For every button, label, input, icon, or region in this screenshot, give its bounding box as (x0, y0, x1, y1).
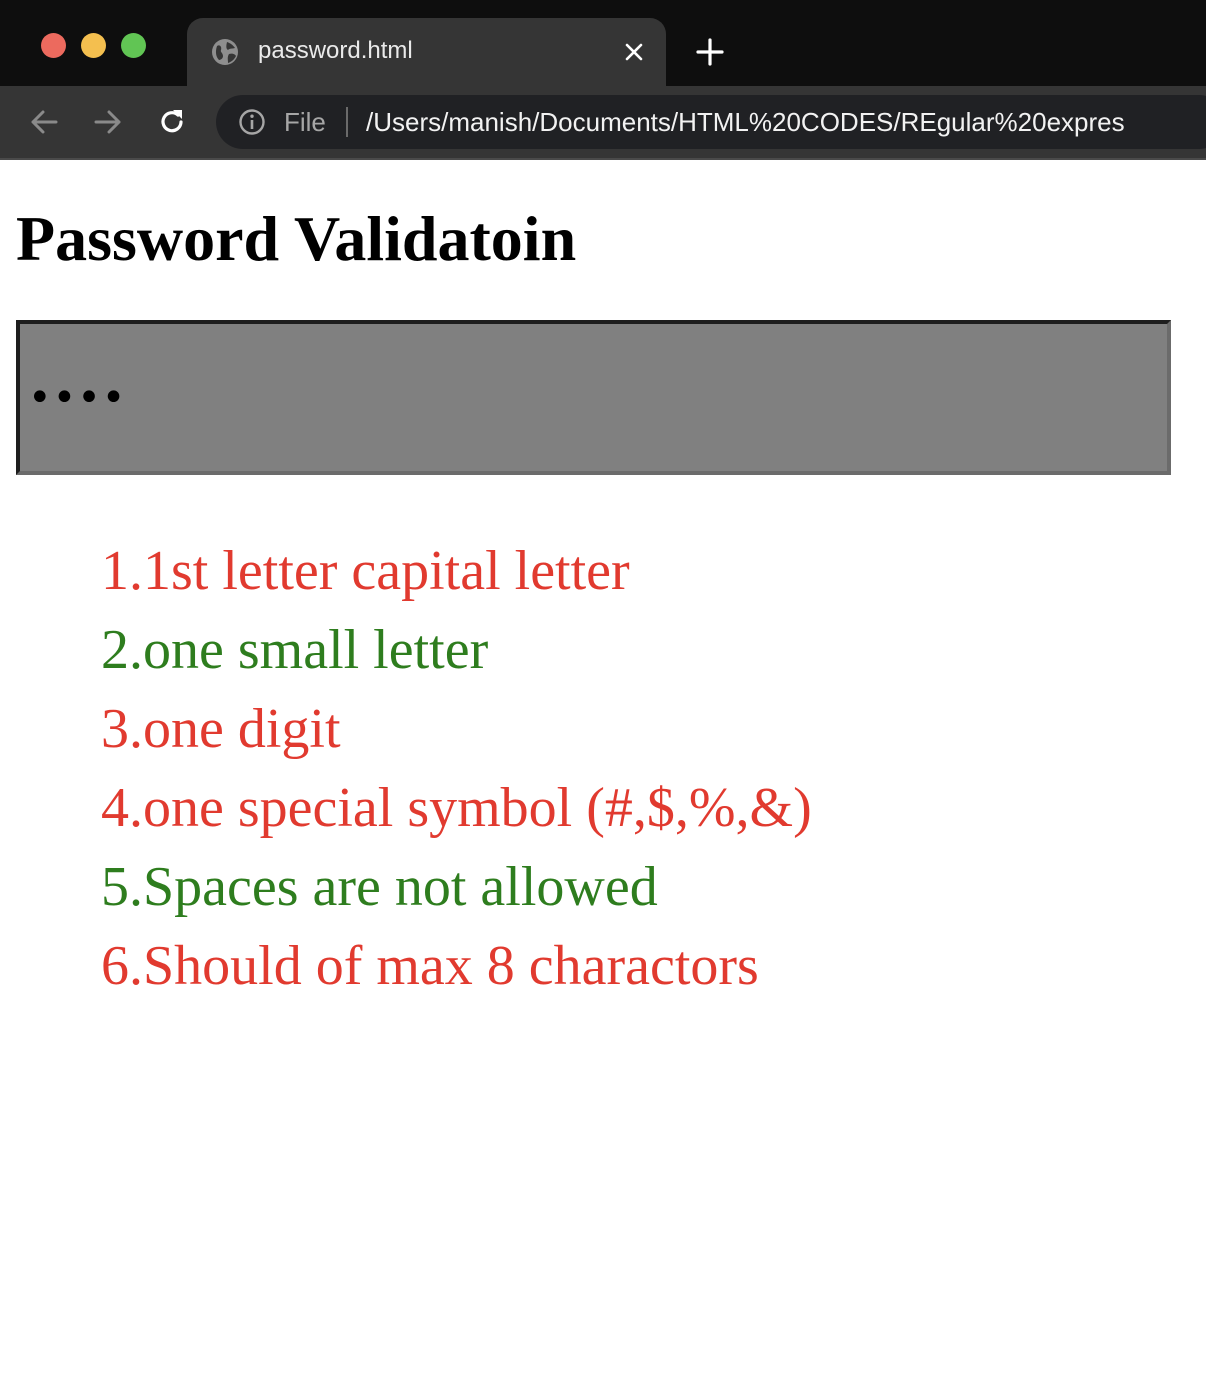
window-minimize-button[interactable] (81, 33, 106, 58)
password-rule-item: 1.1st letter capital letter (101, 540, 630, 602)
browser-toolbar: File /Users/manish/Documents/HTML%20CODE… (0, 86, 1206, 160)
password-rule-item: 4.one special symbol (#,$,%,&) (101, 777, 812, 839)
page-title: Password Validatoin (16, 203, 577, 274)
forward-arrow-icon[interactable] (92, 106, 124, 138)
window-zoom-button[interactable] (121, 33, 146, 58)
password-rules-list: 1.1st letter capital letter 2.one small l… (101, 532, 812, 1006)
tab-strip: password.html (0, 0, 1206, 86)
back-arrow-icon[interactable] (28, 106, 60, 138)
info-icon[interactable] (238, 108, 266, 136)
address-bar[interactable]: File /Users/manish/Documents/HTML%20CODE… (216, 95, 1206, 149)
tab-title: password.html (258, 37, 413, 64)
password-rule-item: 2.one small letter (101, 619, 489, 681)
page-content: Password Validatoin 1.1st letter capital… (0, 160, 1206, 1394)
browser-chrome: password.html File /Users/manish/Documen… (0, 0, 1206, 160)
close-icon[interactable] (622, 40, 646, 64)
password-rule-item: 6.Should of max 8 charactors (101, 935, 759, 997)
password-input[interactable] (16, 320, 1171, 475)
globe-icon (211, 38, 239, 66)
password-rule-item: 5.Spaces are not allowed (101, 856, 658, 918)
address-url[interactable]: /Users/manish/Documents/HTML%20CODES/REg… (366, 107, 1125, 138)
address-scheme-label: File (284, 107, 326, 137)
reload-icon[interactable] (156, 106, 188, 138)
new-tab-icon[interactable] (695, 37, 725, 67)
address-separator (346, 107, 348, 137)
browser-tab[interactable]: password.html (187, 18, 666, 86)
password-rule-item: 3.one digit (101, 698, 341, 760)
window-close-button[interactable] (41, 33, 66, 58)
